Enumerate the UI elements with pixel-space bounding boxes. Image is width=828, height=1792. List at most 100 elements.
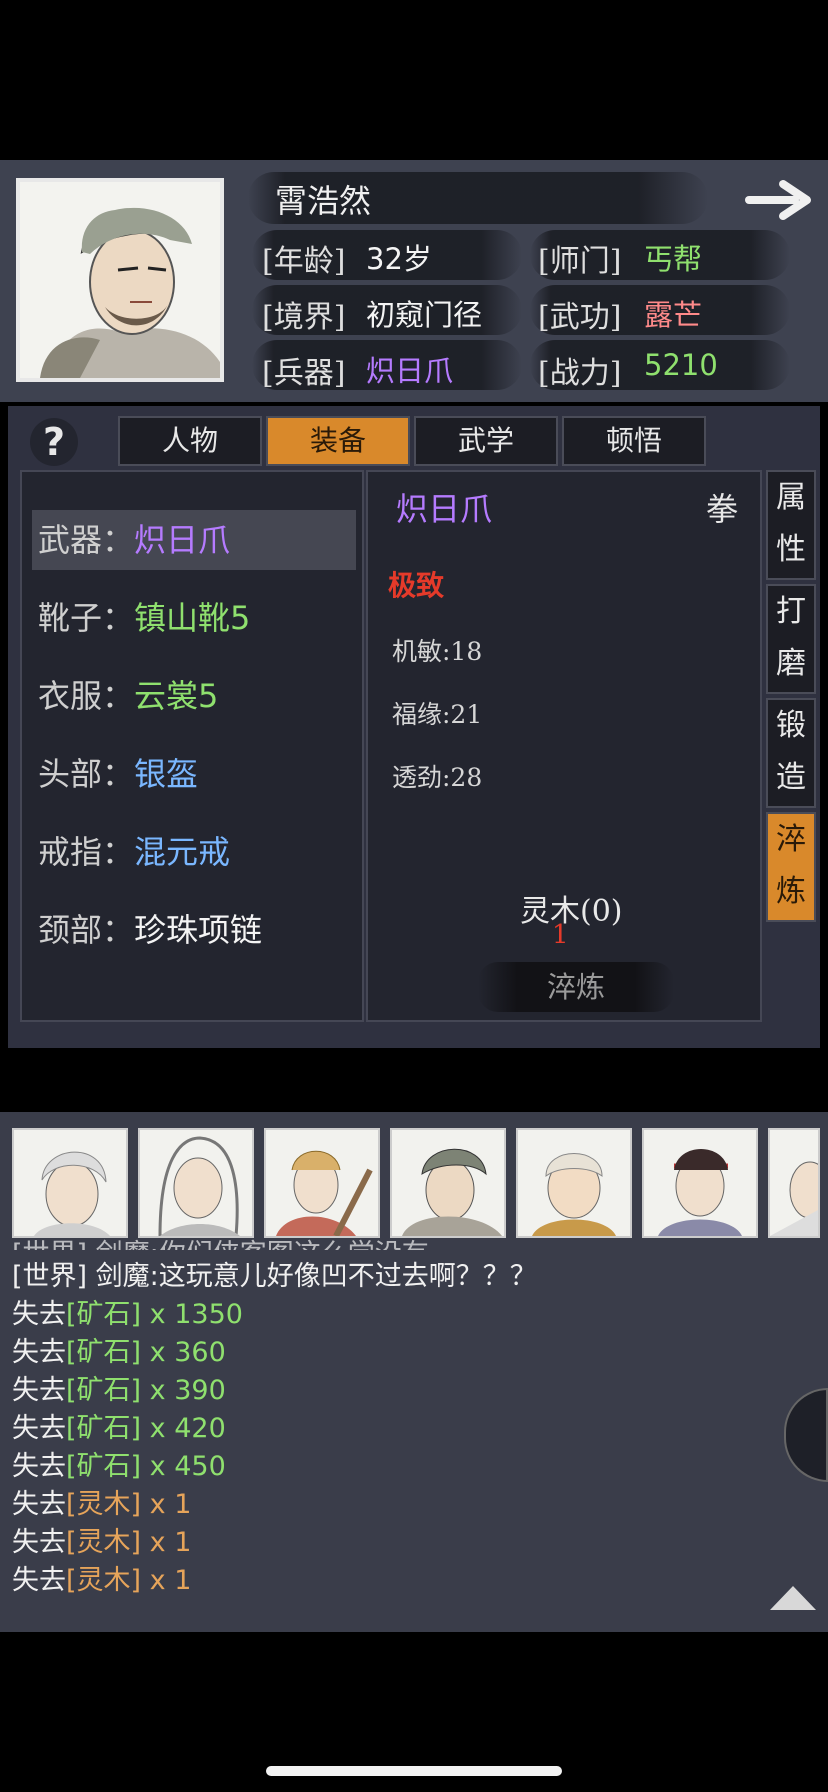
hero-avatar[interactable] [516,1128,632,1238]
equip-slot-ring[interactable]: 戒指：混元戒 [28,822,358,882]
material-cost: 1 [552,920,569,950]
loss-prefix: 失去 [12,1489,66,1520]
loss-qty: x 450 [149,1451,226,1482]
slot-label: 头部： [38,755,135,793]
side-tab-char: 属 [776,480,806,515]
refine-button[interactable]: 淬炼 [478,962,674,1012]
side-tab-polish[interactable]: 打 磨 [766,584,816,694]
tab-equipment[interactable]: 装备 [266,416,410,466]
loss-prefix: 失去 [12,1413,66,1444]
loss-qty: x 1 [149,1489,192,1520]
loss-qty: x 1350 [149,1299,243,1330]
next-arrow-icon[interactable] [745,178,815,222]
hero-avatar[interactable] [264,1128,380,1238]
character-name: 霄浩然 [275,182,372,220]
character-portrait [16,178,224,382]
hero-avatar[interactable] [12,1128,128,1238]
skill-value: 露芒 [644,298,703,332]
equip-slot-neck[interactable]: 颈部：珍珠项链 [28,900,358,960]
realm-label: [境界] [262,300,346,335]
tab-martial-arts[interactable]: 武学 [414,416,558,466]
equip-slot-weapon[interactable]: 武器：炽日爪 [28,510,358,570]
item-stat: 透劲:28 [392,763,483,792]
tab-enlightenment[interactable]: 顿悟 [562,416,706,466]
slot-label: 颈部： [38,911,135,949]
home-indicator[interactable] [266,1766,562,1776]
side-tab-forge[interactable]: 锻 造 [766,698,816,808]
side-tab-char: 性 [776,532,806,567]
realm-value: 初窥门径 [366,298,483,332]
loss-item: [矿石] [66,1299,142,1330]
side-tab-char: 淬 [776,822,806,857]
slot-label: 戒指： [38,833,135,871]
loss-item: [矿石] [66,1337,142,1368]
chat-line-loss: 失去[矿石] x 390 [12,1368,226,1407]
loss-item: [矿石] [66,1451,142,1482]
hero-avatar[interactable] [768,1128,820,1238]
hero-avatar[interactable] [138,1128,254,1238]
slot-label: 靴子： [38,599,135,637]
world-message: 剑魔:这玩意儿好像凹不过去啊？？？ [95,1261,537,1292]
scroll-up-icon[interactable] [768,1584,818,1612]
side-tab-char: 打 [776,594,806,629]
item-type: 拳 [706,490,739,528]
slot-item: 珍珠项链 [134,911,263,949]
item-stat: 福缘:21 [392,700,483,729]
loss-qty: x 420 [149,1413,226,1444]
chat-line-loss: 失去[矿石] x 450 [12,1444,226,1483]
loss-prefix: 失去 [12,1337,66,1368]
slot-label: 衣服： [38,677,135,715]
chat-line-partial: [世界] 剑魔:你们侠客图这么学没有 [12,1232,429,1250]
side-tab-char: 锻 [776,708,806,743]
tab-character[interactable]: 人物 [118,416,262,466]
sect-label: [师门] [538,244,622,279]
loss-qty: x 1 [149,1565,192,1596]
loss-qty: x 390 [149,1375,226,1406]
age-label: [年龄] [262,244,346,279]
chat-line-loss: 失去[灵木] x 1 [12,1520,191,1559]
power-value: 5210 [644,348,718,382]
item-quality: 极致 [388,569,445,602]
material-label: 灵木(0) [520,894,623,929]
loss-prefix: 失去 [12,1451,66,1482]
loss-qty: x 1 [149,1527,192,1558]
slot-item: 镇山靴5 [134,599,251,637]
hero-avatar[interactable] [642,1128,758,1238]
hero-avatar[interactable] [390,1128,506,1238]
side-tab-char: 造 [776,760,806,795]
loss-item: [矿石] [66,1375,142,1406]
side-tab-attributes[interactable]: 属 性 [766,470,816,580]
loss-prefix: 失去 [12,1299,66,1330]
equip-slot-boots[interactable]: 靴子：镇山靴5 [28,588,358,648]
help-button[interactable]: ? [30,418,78,466]
loss-qty: x 360 [149,1337,226,1368]
side-tab-char: 磨 [776,646,806,681]
world-channel-tag: [世界] [12,1261,88,1292]
loss-prefix: 失去 [12,1375,66,1406]
loss-item: [灵木] [66,1565,142,1596]
skill-label: [武功] [538,300,622,335]
loss-item: [矿石] [66,1413,142,1444]
loss-prefix: 失去 [12,1565,66,1596]
slot-item: 混元戒 [134,833,231,871]
chat-line-loss: 失去[矿石] x 360 [12,1330,226,1369]
slot-item: 云裳5 [134,677,219,715]
weapon-value: 炽日爪 [366,354,454,388]
chat-line-loss: 失去[灵木] x 1 [12,1558,191,1597]
item-name: 炽日爪 [396,490,493,528]
slot-label: 武器： [38,521,135,559]
side-tab-temper[interactable]: 淬 炼 [766,812,816,922]
weapon-label: [兵器] [262,356,346,391]
equip-slot-clothes[interactable]: 衣服：云裳5 [28,666,358,726]
equip-slot-head[interactable]: 头部：银盔 [28,744,358,804]
loss-item: [灵木] [66,1489,142,1520]
age-value: 32岁 [366,242,432,276]
loss-prefix: 失去 [12,1527,66,1558]
chat-line-loss: 失去[矿石] x 420 [12,1406,226,1445]
power-label: [战力] [538,356,622,391]
loss-item: [灵木] [66,1527,142,1558]
slot-item: 炽日爪 [134,521,231,559]
item-stat: 机敏:18 [392,637,483,666]
chat-line-world: [世界] 剑魔:这玩意儿好像凹不过去啊？？？ [12,1254,537,1293]
chat-line-loss: 失去[灵木] x 1 [12,1482,191,1521]
